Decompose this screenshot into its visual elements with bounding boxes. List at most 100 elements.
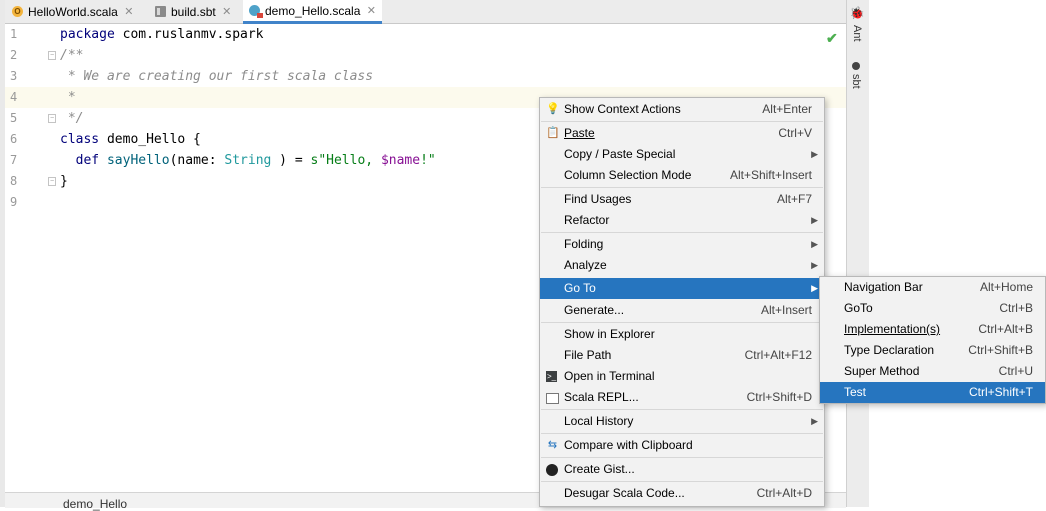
menu-item-shortcut: Alt+Insert xyxy=(760,303,812,317)
menu-item-label: Navigation Bar xyxy=(844,280,923,294)
sbt-file-icon xyxy=(155,6,166,17)
line-number: 6 xyxy=(10,132,18,146)
lightbulb-icon: 💡 xyxy=(546,103,560,115)
line-number: 9 xyxy=(10,195,18,209)
menu-item-open-in-terminal[interactable]: >_ Open in Terminal xyxy=(540,366,824,387)
ant-tool-button[interactable]: 🐞 Ant xyxy=(850,6,864,41)
menu-item-label: Local History xyxy=(564,414,634,428)
menu-item-navigation-bar[interactable]: Navigation Bar Alt+Home xyxy=(820,277,1045,298)
submenu-arrow-icon: ▶ xyxy=(811,283,818,293)
scala-class-icon xyxy=(249,5,263,18)
menu-item-generate[interactable]: Generate... Alt+Insert xyxy=(540,300,824,321)
menu-item-label: Show Context Actions xyxy=(564,102,681,116)
line-number: 3 xyxy=(10,69,18,83)
right-tool-strip: 🐞 Ant sbt xyxy=(846,0,869,507)
menu-item-super-method[interactable]: Super Method Ctrl+U xyxy=(820,361,1045,382)
menu-item-label: Paste xyxy=(564,126,595,140)
line-number: 2 xyxy=(10,48,18,62)
menu-item-folding[interactable]: Folding ▶ xyxy=(540,234,824,255)
menu-item-label: Generate... xyxy=(564,303,625,317)
menu-item-show-context-actions[interactable]: 💡 Show Context Actions Alt+Enter xyxy=(540,99,824,120)
menu-item-copy-paste-special[interactable]: Copy / Paste Special ▶ xyxy=(540,144,824,165)
menu-item-analyze[interactable]: Analyze ▶ xyxy=(540,255,824,276)
fold-icon[interactable]: − xyxy=(48,51,56,60)
menu-item-shortcut: Ctrl+V xyxy=(778,126,812,140)
sbt-tool-label: sbt xyxy=(850,74,862,89)
github-icon xyxy=(546,464,558,476)
interpolated-variable: $name xyxy=(380,153,421,168)
code-line: 3 * We are creating our first scala clas… xyxy=(0,66,846,87)
menu-item-go-to[interactable]: Go To ▶ xyxy=(540,278,824,299)
menu-separator xyxy=(541,409,823,410)
close-icon[interactable]: ✕ xyxy=(222,5,232,18)
menu-item-find-usages[interactable]: Find Usages Alt+F7 xyxy=(540,189,824,210)
menu-separator xyxy=(541,187,823,188)
menu-item-show-in-explorer[interactable]: Show in Explorer xyxy=(540,324,824,345)
menu-item-file-path[interactable]: File Path Ctrl+Alt+F12 xyxy=(540,345,824,366)
menu-item-create-gist[interactable]: Create Gist... xyxy=(540,459,824,480)
menu-item-label: Go To xyxy=(564,281,596,295)
menu-separator xyxy=(541,121,823,122)
line-number: 5 xyxy=(10,111,18,125)
comment-text: */ xyxy=(60,111,84,126)
code-token: demo_Hello { xyxy=(99,132,201,147)
menu-separator xyxy=(541,433,823,434)
string-literal: !" xyxy=(420,153,436,168)
menu-item-refactor[interactable]: Refactor ▶ xyxy=(540,210,824,231)
code-text: package com.ruslanmv.spark xyxy=(60,24,264,45)
sbt-tool-button[interactable]: sbt xyxy=(850,62,862,89)
menu-item-label: Folding xyxy=(564,237,604,251)
menu-item-shortcut: Alt+Enter xyxy=(762,102,812,116)
menu-item-shortcut: Ctrl+Shift+T xyxy=(968,385,1033,399)
menu-item-shortcut: Alt+Home xyxy=(979,280,1033,294)
menu-item-test[interactable]: Test Ctrl+Shift+T xyxy=(820,382,1045,403)
menu-item-shortcut: Ctrl+B xyxy=(999,301,1033,315)
tab-demo-hello-scala[interactable]: demo_Hello.scala ✕ xyxy=(243,0,383,24)
code-text: } xyxy=(60,174,68,189)
code-token: (name: xyxy=(169,153,225,168)
tab-helloworld-scala[interactable]: O HelloWorld.scala ✕ xyxy=(12,0,134,23)
menu-item-column-selection-mode[interactable]: Column Selection Mode Alt+Shift+Insert xyxy=(540,165,824,186)
menu-item-implementations[interactable]: Implementation(s) Ctrl+Alt+B xyxy=(820,319,1045,340)
menu-item-shortcut: Alt+F7 xyxy=(776,192,812,206)
menu-item-paste[interactable]: 📋 Paste Ctrl+V xyxy=(540,123,824,144)
menu-item-label: File Path xyxy=(564,348,612,362)
code-text: class demo_Hello { xyxy=(60,129,201,150)
menu-separator xyxy=(541,232,823,233)
comment-text: * xyxy=(60,90,76,105)
keyword: def xyxy=(75,153,100,168)
menu-item-label: Super Method xyxy=(844,364,920,378)
editor-tab-bar: O HelloWorld.scala ✕ build.sbt ✕ demo_He… xyxy=(0,0,846,24)
menu-item-scala-repl[interactable]: Scala REPL... Ctrl+Shift+D xyxy=(540,387,824,408)
menu-item-compare-with-clipboard[interactable]: ⇆ Compare with Clipboard xyxy=(540,435,824,456)
submenu-arrow-icon: ▶ xyxy=(811,215,818,225)
comment-text: * We are creating our first scala class xyxy=(60,69,374,84)
menu-item-desugar-scala-code[interactable]: Desugar Scala Code... Ctrl+Alt+D xyxy=(540,483,824,504)
menu-item-label: Scala REPL... xyxy=(564,390,639,404)
line-number: 1 xyxy=(10,27,18,41)
close-icon[interactable]: ✕ xyxy=(366,4,376,17)
menu-item-shortcut: Ctrl+Alt+F12 xyxy=(744,348,812,362)
type-name: String xyxy=(224,153,272,168)
ant-icon: 🐞 xyxy=(850,6,864,21)
submenu-arrow-icon: ▶ xyxy=(811,416,818,426)
line-number: 7 xyxy=(10,153,18,167)
close-icon[interactable]: ✕ xyxy=(124,5,134,18)
menu-item-label: GoTo xyxy=(844,301,873,315)
left-edge-strip xyxy=(0,0,5,507)
menu-item-local-history[interactable]: Local History ▶ xyxy=(540,411,824,432)
menu-item-shortcut: Ctrl+Alt+D xyxy=(756,486,812,500)
menu-item-label: Column Selection Mode xyxy=(564,168,692,182)
fold-icon[interactable]: − xyxy=(48,114,56,123)
line-number: 8 xyxy=(10,174,18,188)
code-text: def sayHello(name: String ) = s"Hello, $… xyxy=(60,150,436,171)
menu-item-type-declaration[interactable]: Type Declaration Ctrl+Shift+B xyxy=(820,340,1045,361)
breadcrumb[interactable]: demo_Hello xyxy=(63,497,127,511)
menu-item-goto[interactable]: GoTo Ctrl+B xyxy=(820,298,1045,319)
fold-icon[interactable]: − xyxy=(48,177,56,186)
menu-item-shortcut: Ctrl+U xyxy=(998,364,1033,378)
tab-label: HelloWorld.scala xyxy=(28,4,118,19)
tab-build-sbt[interactable]: build.sbt ✕ xyxy=(155,0,232,23)
checkmark-icon[interactable]: ✔ xyxy=(826,30,838,47)
